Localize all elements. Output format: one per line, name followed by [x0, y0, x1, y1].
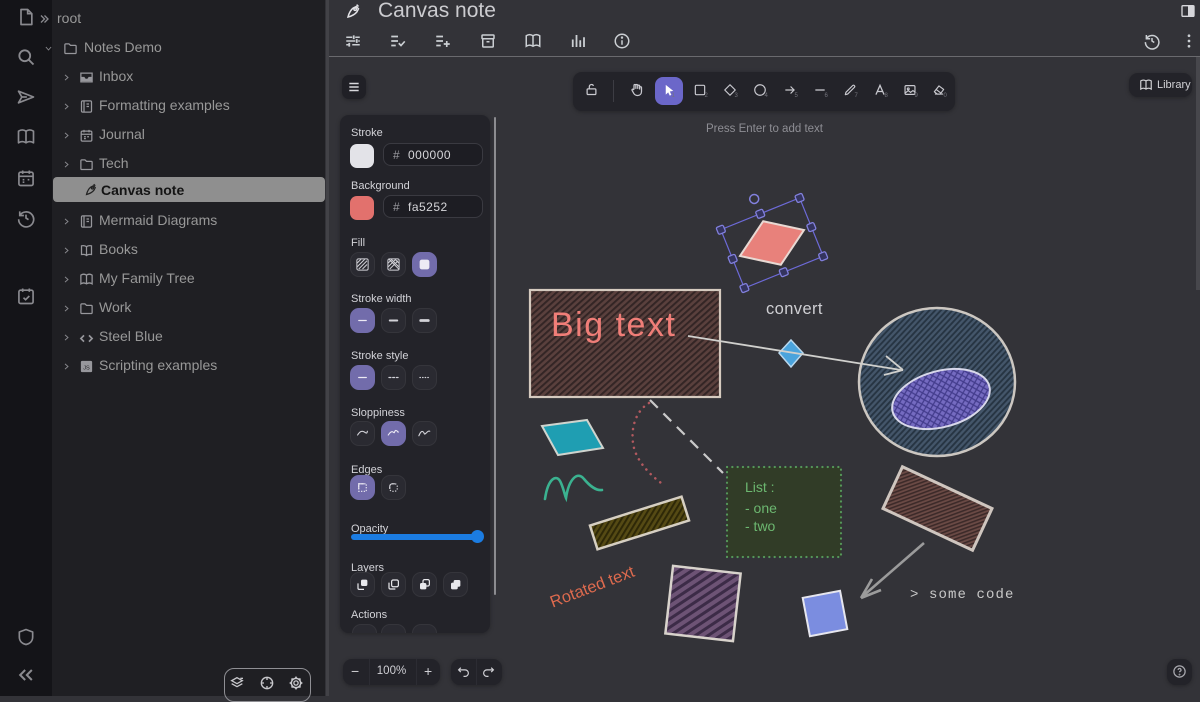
svg-text:JS: JS: [83, 366, 90, 372]
